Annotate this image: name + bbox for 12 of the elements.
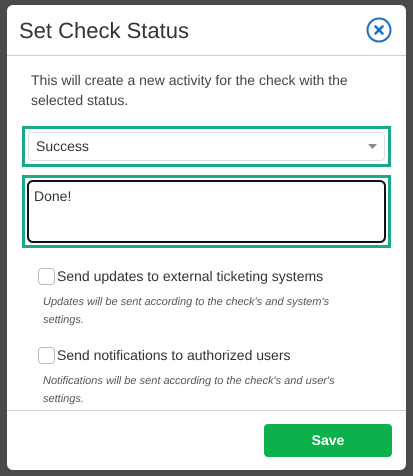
hint-text: Updates will be sent according to the check's and system's settings.	[42, 295, 330, 328]
caret-icon	[368, 144, 377, 149]
checkbox-label[interactable]: Send updates to external ticketing systems	[57, 266, 324, 287]
status-dropdown[interactable]: Success	[28, 132, 385, 161]
checkbox[interactable]	[38, 268, 55, 285]
description-text: This will create a new activity for the check with the selected status.	[30, 71, 349, 110]
close-icon[interactable]	[366, 17, 392, 43]
comment-field[interactable]: Done!	[27, 180, 386, 243]
dialog-title: Set Check Status	[19, 16, 189, 44]
checkbox-label[interactable]: Send notifications to authorized users	[57, 345, 290, 366]
hint-text: Notifications will be sent according to the check's and user's settings.	[42, 374, 336, 407]
checkbox[interactable]	[38, 347, 55, 364]
